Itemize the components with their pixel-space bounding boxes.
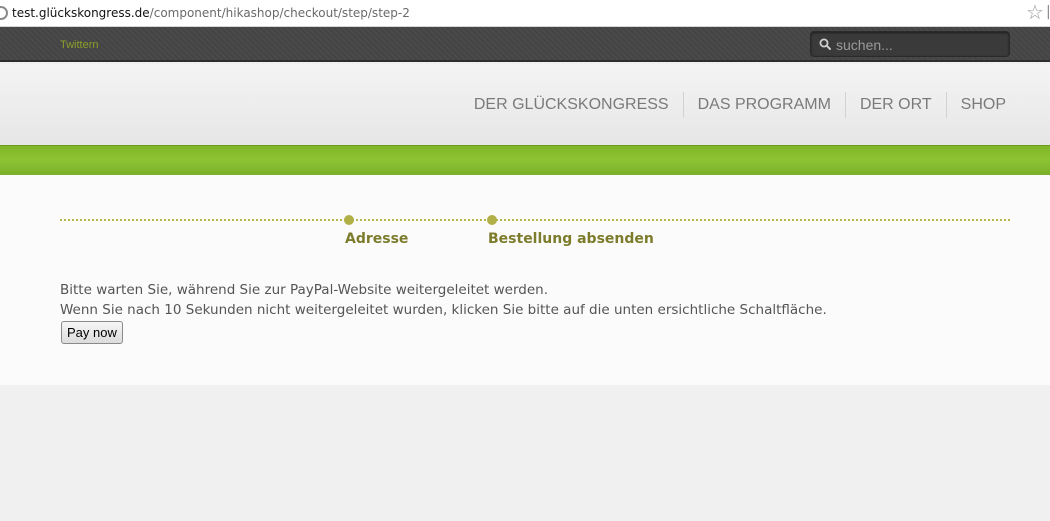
redirect-message: Bitte warten Sie, während Sie zur PayPal… <box>60 282 549 298</box>
url-path: /component/hikashop/checkout/step/step-2 <box>149 6 410 20</box>
main-nav: DER GLÜCKSKONGRESS DAS PROGRAMM DER ORT … <box>460 92 1020 118</box>
globe-icon <box>0 6 8 20</box>
nav-item-programm[interactable]: DAS PROGRAMM <box>682 92 845 118</box>
redirect-fallback-message: Wenn Sie nach 10 Sekunden nicht weiterge… <box>60 302 827 318</box>
search-input[interactable] <box>836 35 1006 55</box>
nav-item-shop[interactable]: SHOP <box>945 92 1020 118</box>
green-banner <box>0 145 1050 175</box>
pay-now-button[interactable]: Pay now <box>61 321 123 344</box>
checkout-content: Adresse Bestellung absenden Bitte warten… <box>0 175 1050 385</box>
checkout-progress-line <box>60 219 1010 221</box>
step-dot-confirm <box>487 215 497 225</box>
twitter-link[interactable]: Twittern <box>60 39 99 51</box>
step-label-address[interactable]: Adresse <box>345 231 408 247</box>
menu-edge-icon[interactable]: | <box>1046 4 1050 20</box>
url-host: test.glückskongress.de <box>12 6 150 20</box>
site-header: DER GLÜCKSKONGRESS DAS PROGRAMM DER ORT … <box>0 64 1050 145</box>
url-text[interactable]: test.glückskongress.de/component/hikasho… <box>12 6 410 20</box>
search-box[interactable] <box>810 31 1010 57</box>
search-icon <box>819 38 831 50</box>
nav-item-gluckskongress[interactable]: DER GLÜCKSKONGRESS <box>460 92 683 118</box>
nav-item-ort[interactable]: DER ORT <box>844 92 946 118</box>
step-label-confirm: Bestellung absenden <box>488 231 654 247</box>
address-bar[interactable]: test.glückskongress.de/component/hikasho… <box>0 0 1050 27</box>
bookmark-star-icon[interactable]: ☆ <box>1026 1 1044 23</box>
step-dot-address <box>344 215 354 225</box>
top-bar: Twittern <box>0 27 1050 62</box>
